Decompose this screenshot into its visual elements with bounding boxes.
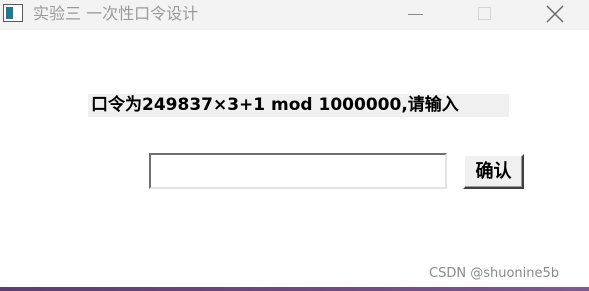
password-prompt-label: 口令为249837×3+1 mod 1000000,请输入 (88, 94, 509, 117)
watermark-text: CSDN @shuonine5b (429, 266, 560, 281)
maximize-button[interactable] (460, 0, 506, 30)
password-input[interactable] (149, 153, 447, 189)
bottom-border (0, 287, 589, 291)
minimize-icon (408, 14, 423, 15)
close-button[interactable] (531, 0, 577, 30)
minimize-button[interactable] (391, 0, 437, 30)
confirm-button[interactable]: 确认 (463, 154, 524, 189)
title-bar[interactable]: 实验三 一次性口令设计 (0, 0, 589, 30)
maximize-icon (478, 7, 491, 20)
window-app-icon (3, 4, 23, 22)
close-icon (546, 5, 564, 23)
app-window: 实验三 一次性口令设计 口令为249837×3+1 mod 1000000,请输… (0, 0, 589, 291)
window-title: 实验三 一次性口令设计 (33, 4, 199, 23)
